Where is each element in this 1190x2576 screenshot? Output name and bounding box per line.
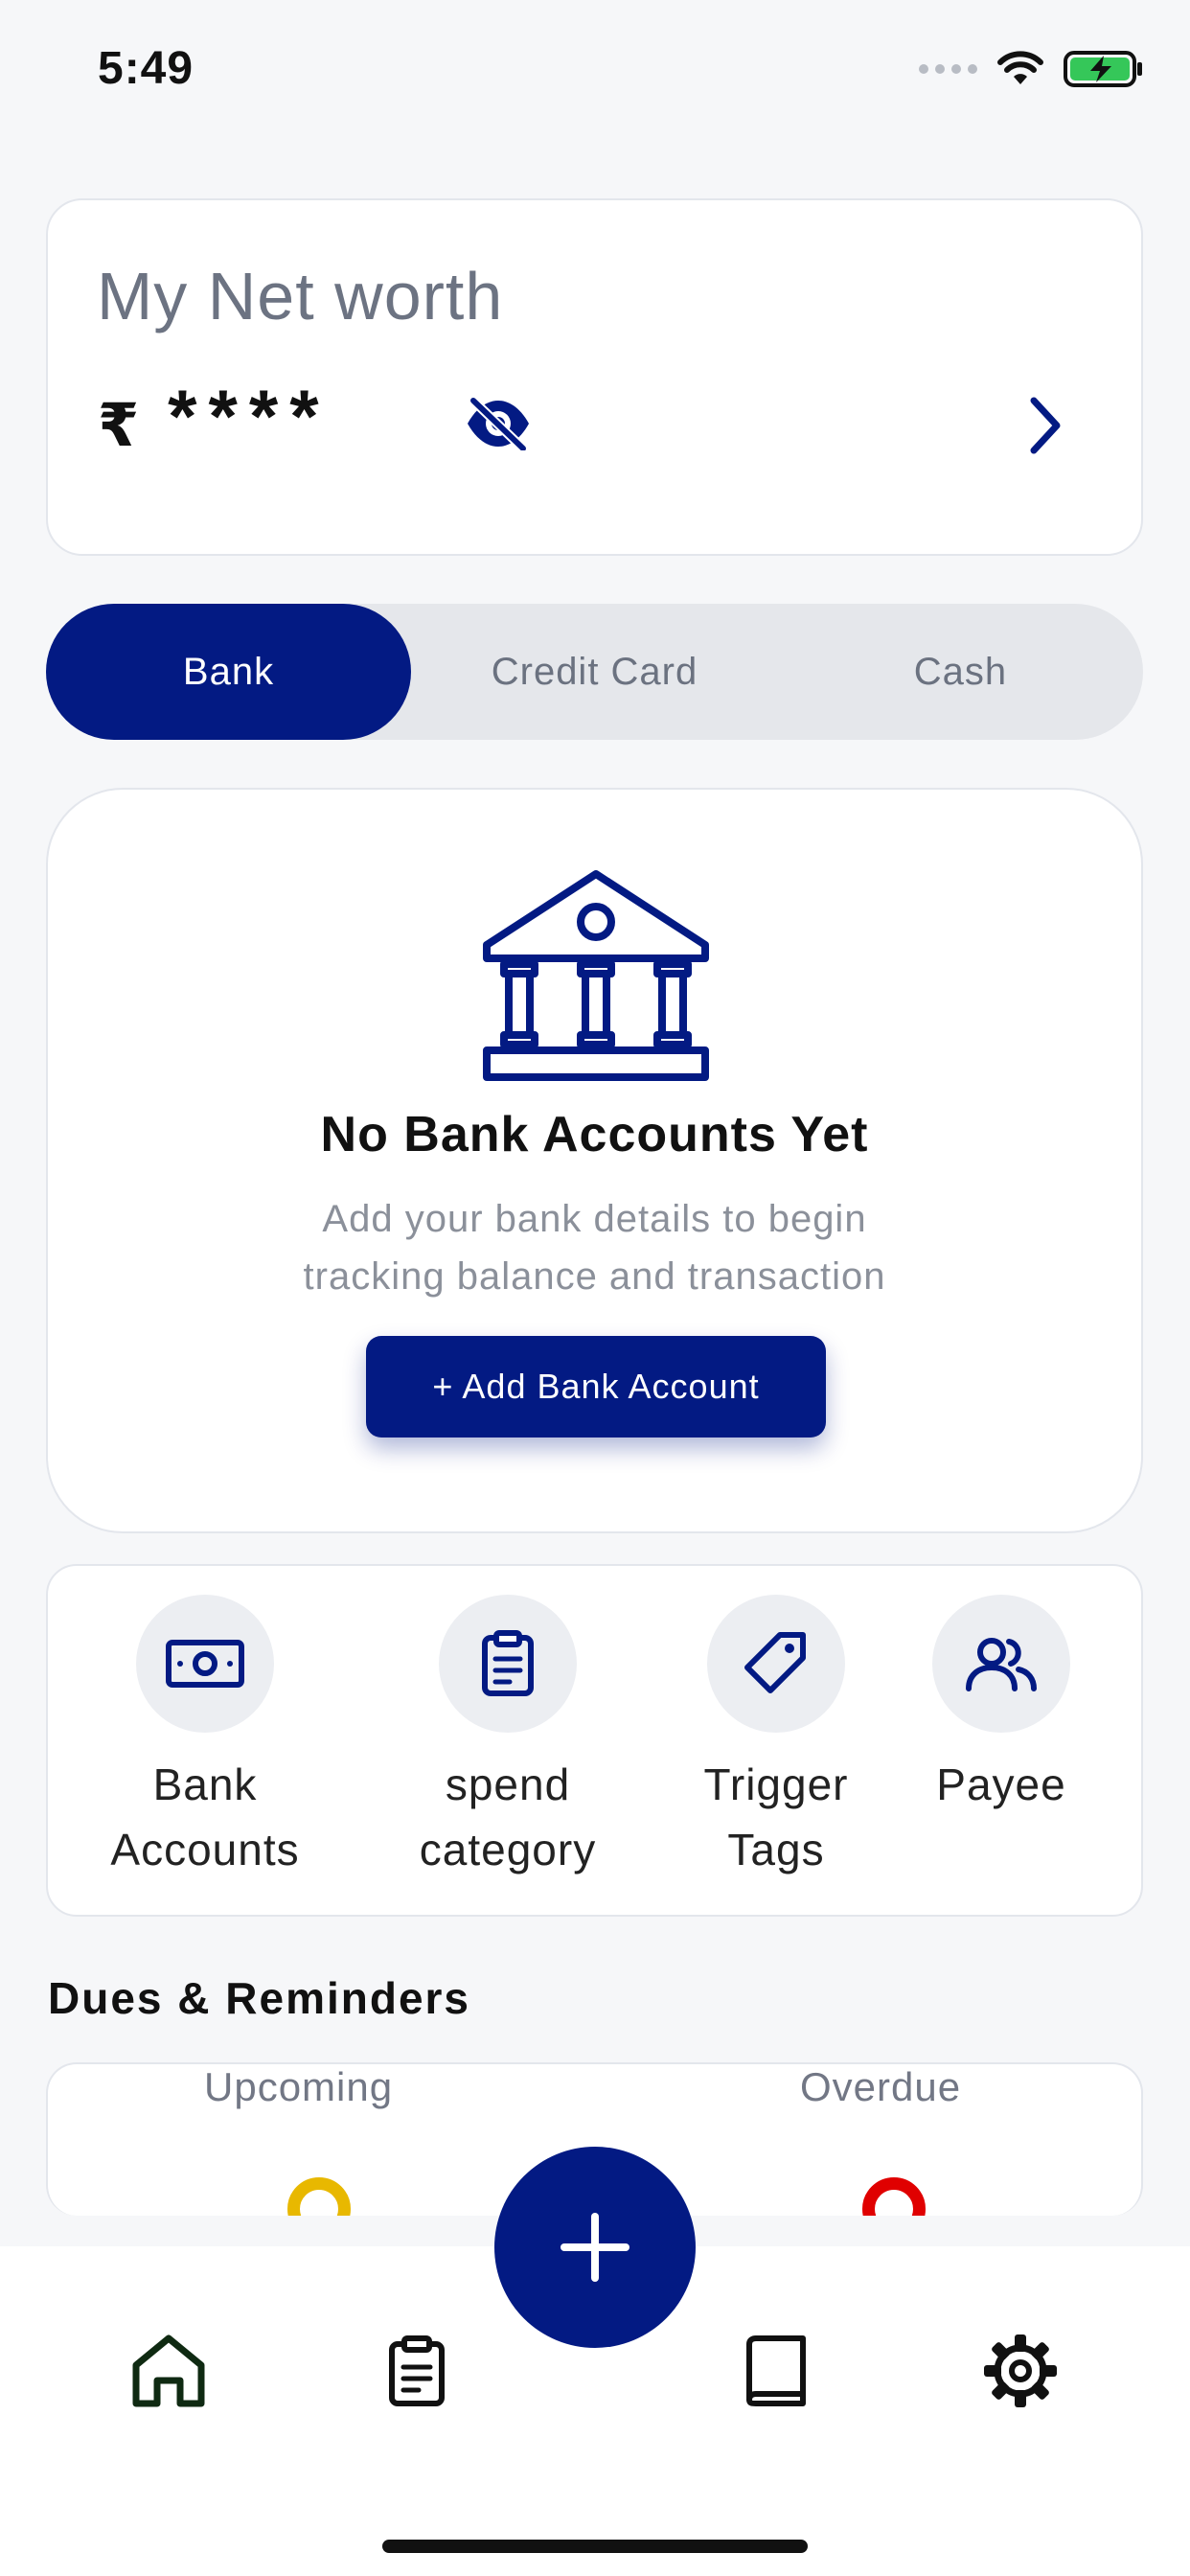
status-bar: 5:49 xyxy=(0,0,1190,144)
upcoming-indicator xyxy=(287,2177,351,2216)
quick-action-trigger-tags[interactable]: Trigger Tags xyxy=(661,1595,891,1882)
quick-actions-card: Bank Accounts spend category Trigger Tag… xyxy=(46,1564,1143,1917)
quick-action-bank-accounts[interactable]: Bank Accounts xyxy=(90,1595,320,1882)
label-line: spend xyxy=(445,1760,571,1809)
label-line: category xyxy=(419,1825,597,1874)
tag-icon xyxy=(707,1595,845,1733)
home-indicator xyxy=(382,2540,808,2553)
status-time: 5:49 xyxy=(98,43,195,94)
quick-action-spend-category[interactable]: spend category xyxy=(393,1595,623,1882)
eye-off-icon[interactable] xyxy=(450,376,546,472)
empty-state-description: Add your bank details to begin tracking … xyxy=(48,1190,1141,1305)
tab-cash[interactable]: Cash xyxy=(778,604,1143,740)
add-transaction-fab[interactable] xyxy=(494,2147,696,2348)
label-line: Accounts xyxy=(110,1825,300,1874)
add-bank-account-button[interactable]: + Add Bank Account xyxy=(366,1336,826,1438)
wifi-icon xyxy=(997,51,1043,84)
currency-symbol: ₹ xyxy=(98,393,140,459)
overdue-indicator xyxy=(862,2177,926,2216)
clipboard-icon xyxy=(439,1595,577,1733)
empty-state-desc-line1: Add your bank details to begin xyxy=(322,1198,867,1240)
tab-bank[interactable]: Bank xyxy=(46,604,411,740)
net-worth-title: My Net worth xyxy=(97,259,504,334)
battery-charging-icon xyxy=(1064,51,1142,87)
account-type-tabs: Bank Credit Card Cash xyxy=(46,604,1143,740)
chevron-right-icon[interactable] xyxy=(1017,387,1074,464)
label-line: Tags xyxy=(727,1825,825,1874)
label-line: Trigger xyxy=(703,1760,849,1809)
masked-amount: **** xyxy=(168,374,331,458)
plus-icon xyxy=(561,2213,629,2282)
label-line: Bank xyxy=(152,1760,258,1809)
clipboard-icon[interactable] xyxy=(369,2323,465,2419)
quick-action-label: Bank Accounts xyxy=(90,1752,320,1882)
gear-icon[interactable] xyxy=(973,2323,1068,2419)
book-icon[interactable] xyxy=(728,2323,824,2419)
empty-state-desc-line2: tracking balance and transaction xyxy=(303,1255,886,1298)
home-icon[interactable] xyxy=(121,2323,217,2419)
tab-credit-card[interactable]: Credit Card xyxy=(412,604,777,740)
empty-state-title: No Bank Accounts Yet xyxy=(320,1107,869,1162)
bank-building-icon xyxy=(483,870,709,1081)
quick-action-label: Payee xyxy=(891,1752,1111,1817)
status-icons xyxy=(919,50,1144,88)
banknote-icon xyxy=(136,1595,274,1733)
quick-action-label: spend category xyxy=(393,1752,623,1882)
dues-upcoming-label: Upcoming xyxy=(204,2064,394,2109)
quick-action-payee[interactable]: Payee xyxy=(891,1595,1111,1817)
label-line: Payee xyxy=(936,1760,1066,1809)
net-worth-value: ₹ **** xyxy=(98,373,331,460)
empty-state-card: No Bank Accounts Yet Add your bank detai… xyxy=(46,788,1143,1533)
net-worth-card[interactable]: My Net worth ₹ **** xyxy=(46,198,1143,556)
users-icon xyxy=(932,1595,1070,1733)
dues-overdue-label: Overdue xyxy=(800,2064,962,2109)
dues-section-title: Dues & Reminders xyxy=(48,1973,471,2023)
quick-action-label: Trigger Tags xyxy=(661,1752,891,1882)
signal-icon xyxy=(919,64,977,74)
